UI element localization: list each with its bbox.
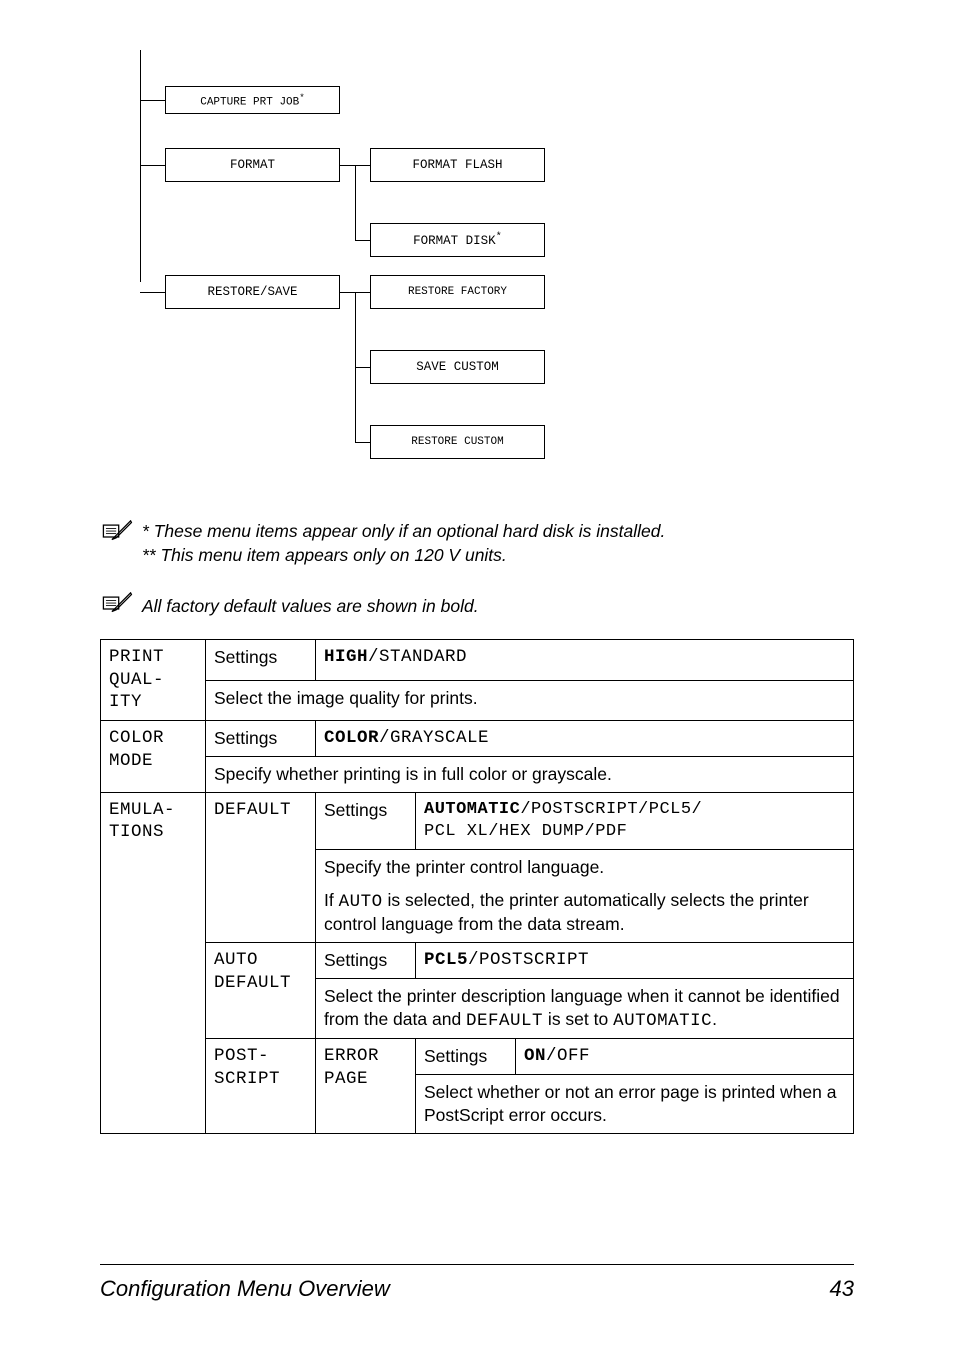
emu-auto-desc: Select the printer description language … [316,978,854,1039]
menu-capture-prt-job: CAPTURE PRT JOB* [165,86,340,114]
emu-postscript: POST-SCRIPT [206,1039,316,1133]
row-color-mode: COLOR MODE [101,721,206,793]
emu-default-desc: Specify the printer control language. If… [316,849,854,942]
settings-label: Settings [316,792,416,849]
row-print-quality: PRINT QUAL-ITY [101,639,206,720]
emu-default: DEFAULT [206,792,316,942]
print-quality-desc: Select the image quality for prints. [206,680,854,721]
note-hard-disk: * These menu items appear only if an opt… [100,520,854,567]
menu-tree-diagram: CAPTURE PRT JOB* FORMAT FORMAT FLASH FOR… [140,60,854,520]
note-icon [100,592,134,616]
menu-format-disk: FORMAT DISK* [370,223,545,257]
menu-format: FORMAT [165,148,340,182]
row-emulations: EMULA-TIONS [101,792,206,1133]
emu-auto-default: AUTODEFAULT [206,943,316,1039]
footer-divider [100,1264,854,1265]
color-mode-desc: Specify whether printing is in full colo… [206,756,854,792]
menu-restore-custom: RESTORE CUSTOM [370,425,545,459]
emu-ps-desc: Select whether or not an error page is p… [416,1075,854,1134]
menu-restore-factory: RESTORE FACTORY [370,275,545,309]
settings-label: Settings [206,721,316,757]
menu-save-custom: SAVE CUSTOM [370,350,545,384]
settings-label: Settings [316,943,416,979]
menu-format-flash: FORMAT FLASH [370,148,545,182]
emu-error-page: ERRORPAGE [316,1039,416,1133]
footer-title: Configuration Menu Overview [100,1276,390,1302]
settings-label: Settings [416,1039,516,1075]
menu-restore-save: RESTORE/SAVE [165,275,340,309]
config-table: PRINT QUAL-ITY Settings HIGH/STANDARD Se… [100,639,854,1134]
page-number: 43 [830,1276,854,1302]
note-factory-defaults: All factory default values are shown in … [100,592,854,619]
note-icon [100,520,134,544]
settings-label: Settings [206,639,316,680]
